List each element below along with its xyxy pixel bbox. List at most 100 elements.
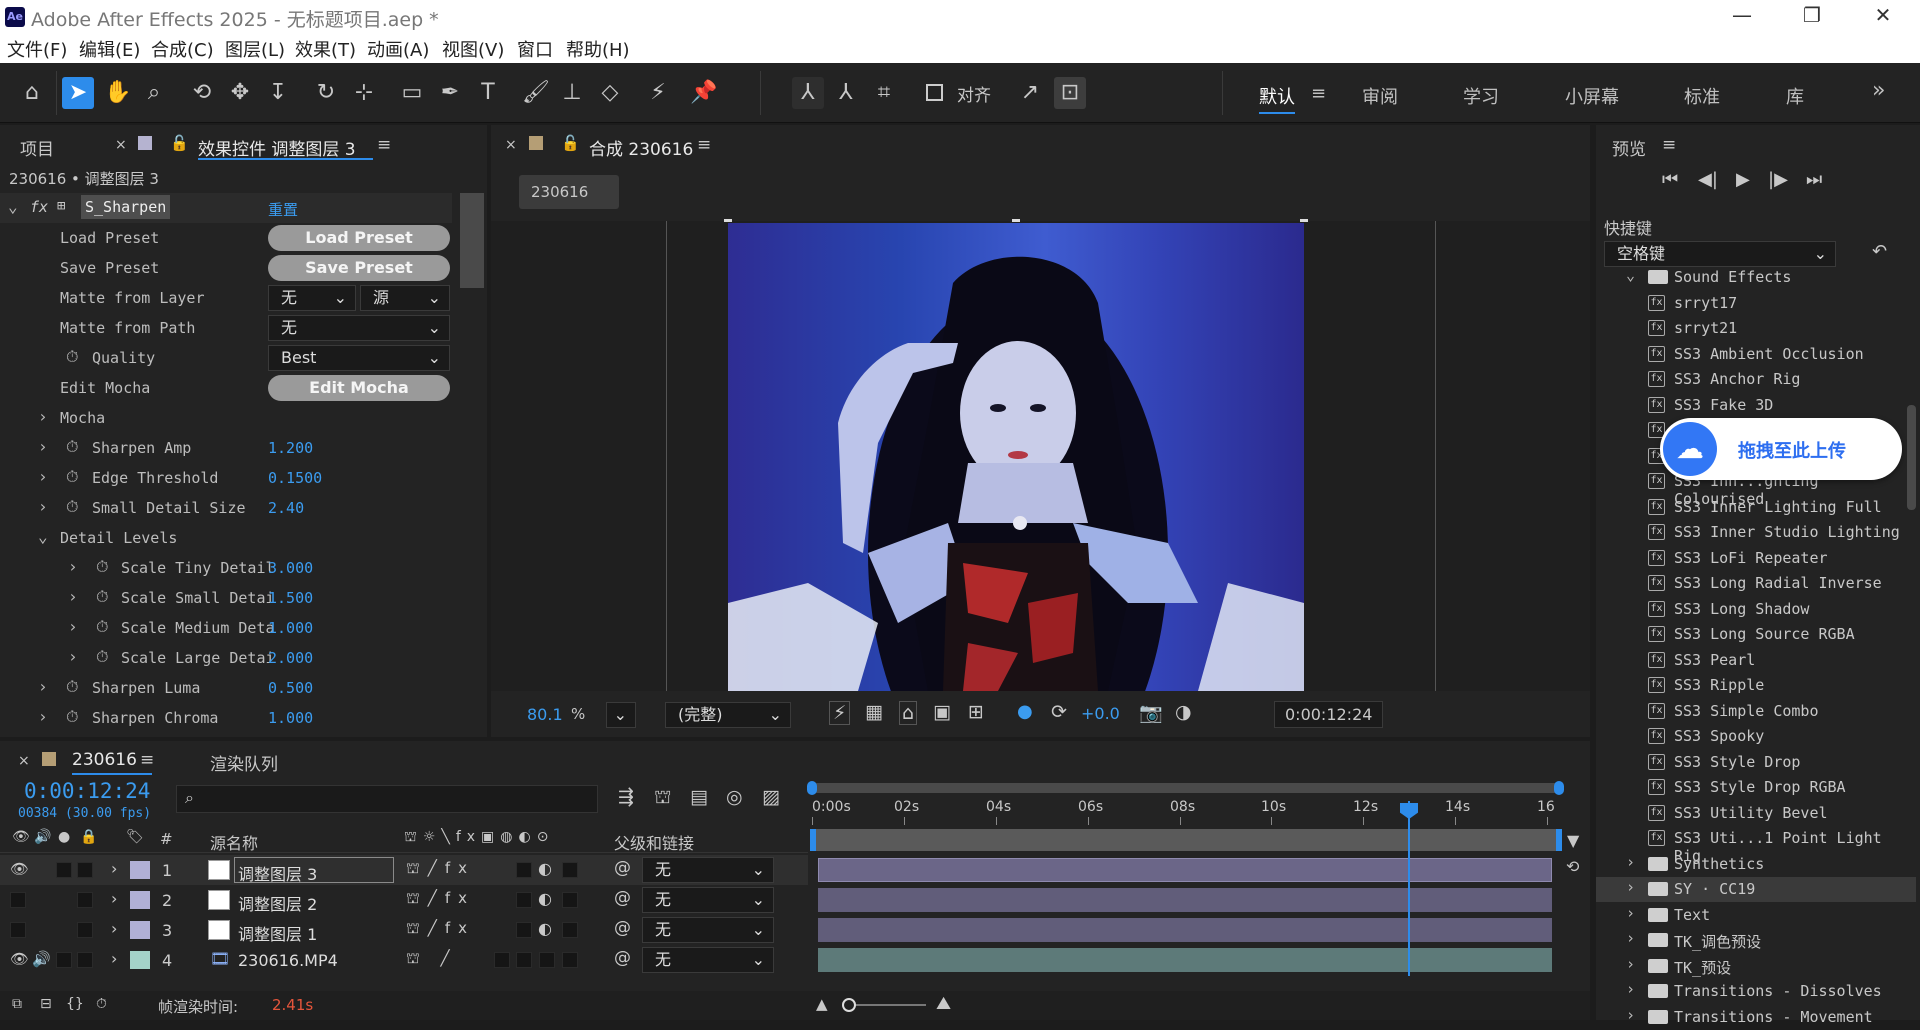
tab-preview[interactable]: 预览 (1612, 135, 1646, 160)
expand-chevron-icon[interactable]: › (1626, 955, 1635, 973)
grid-guides-icon[interactable]: ⊞ (968, 701, 984, 723)
pick-whip-icon[interactable]: @ (614, 858, 631, 878)
eraser-tool-icon[interactable]: ◇ (594, 77, 626, 109)
current-time-display[interactable]: 0:00:12:24 (1274, 701, 1384, 728)
effects-preset-item[interactable]: fx SS3 Long Radial Inverse (1596, 571, 1916, 596)
layer-search-input[interactable]: ⌕ (176, 785, 598, 813)
expand-chevron-icon[interactable]: › (111, 889, 117, 908)
layer-switches-toggle-icon[interactable]: ⧉ (12, 996, 22, 1012)
world-axis-icon[interactable]: ⅄ (830, 77, 862, 109)
reset-preview-icon[interactable]: ↶ (1872, 241, 1887, 262)
text-tool-icon[interactable]: T (472, 77, 504, 109)
expand-chevron-icon[interactable]: › (68, 557, 78, 576)
mask-visibility-icon[interactable]: ⌂ (899, 701, 918, 725)
stopwatch-icon[interactable]: ⏱ (66, 467, 78, 487)
layer-bar-adjustment-1[interactable] (818, 918, 1552, 942)
reset-link[interactable]: 重置 (268, 199, 298, 220)
3d-layer-switch[interactable] (562, 892, 578, 908)
expand-chevron-icon[interactable]: › (68, 587, 78, 606)
sharpen-chroma-value[interactable]: 1.000 (268, 709, 313, 727)
stopwatch-icon[interactable]: ⏱ (96, 587, 108, 607)
previous-frame-icon[interactable]: ◀| (1698, 169, 1718, 190)
effect-mask-icon[interactable]: ⊞ (57, 198, 65, 214)
adjustment-layer-switch-icon[interactable]: ◐ (538, 919, 552, 938)
timeline-timecode[interactable]: 0:00:12:24 (24, 779, 150, 803)
visibility-switch[interactable] (10, 892, 26, 908)
stopwatch-icon[interactable]: ⏱ (66, 677, 78, 697)
layer-name[interactable]: 调整图层 2 (238, 891, 317, 915)
parent-dropdown[interactable]: 无 ⌄ (642, 947, 774, 973)
draft-3d-icon[interactable]: ⛫ (654, 786, 671, 811)
motion-blur-switch[interactable] (516, 892, 532, 908)
expand-chevron-icon[interactable]: › (1626, 1006, 1635, 1024)
expand-chevron-icon[interactable]: › (111, 919, 117, 938)
puppet-pin-tool-icon[interactable]: 📌 (688, 77, 720, 109)
effects-folder[interactable]: › TK_预设 (1596, 954, 1916, 979)
workspace-small-screen[interactable]: 小屏幕 (1565, 83, 1619, 109)
region-of-interest-icon[interactable]: ▣ (933, 701, 951, 723)
scale-large-value[interactable]: 2.000 (268, 649, 313, 667)
effects-folder[interactable]: › TK_调色预设 (1596, 928, 1916, 953)
tab-timeline-comp[interactable]: 230616 (72, 750, 137, 770)
source-name-column-header[interactable]: 源名称 (210, 830, 258, 854)
shortcut-dropdown[interactable]: 空格键 ⌄ (1604, 241, 1836, 267)
pick-whip-icon[interactable]: @ (614, 948, 631, 968)
layer-switches[interactable]: ⛫╱fx (406, 919, 475, 939)
hand-tool-icon[interactable]: ✋ (102, 77, 134, 109)
effects-folder[interactable]: › SY · CC19 (1596, 877, 1916, 902)
lock-switch[interactable] (77, 862, 93, 878)
close-tab-icon[interactable]: × (115, 137, 127, 153)
work-area-bar[interactable] (812, 829, 1560, 851)
expand-chevron-icon[interactable]: › (111, 949, 117, 968)
expand-chevron-icon[interactable]: › (38, 437, 48, 456)
panel-menu-icon[interactable]: ≡ (1662, 135, 1676, 155)
stopwatch-icon[interactable]: ⏱ (96, 557, 108, 577)
expand-chevron-icon[interactable]: › (1626, 929, 1635, 947)
lock-icon[interactable]: 🔓 (170, 134, 189, 152)
first-frame-icon[interactable]: ⏮ (1662, 169, 1678, 190)
collapse-chevron-icon[interactable]: ⌄ (8, 197, 18, 216)
in-out-toggle-icon[interactable]: {} (66, 996, 84, 1012)
workspace-menu-icon[interactable]: ≡ (1311, 83, 1326, 104)
parent-dropdown[interactable]: 无 ⌄ (642, 917, 774, 943)
quality-dropdown[interactable]: Best ⌄ (268, 345, 450, 371)
upload-drop-bubble[interactable]: ☁ 拖拽至此上传 (1660, 418, 1902, 480)
effects-scrollbar-thumb[interactable] (1907, 405, 1916, 510)
sharpen-amp-value[interactable]: 1.200 (268, 439, 313, 457)
rectangle-tool-icon[interactable]: ▭ (396, 77, 428, 109)
effects-preset-item[interactable]: fx SS3 Ripple (1596, 673, 1916, 698)
expand-chevron-icon[interactable]: › (38, 707, 48, 726)
effects-preset-item[interactable]: fx SS3 Style Drop RGBA (1596, 775, 1916, 800)
maximize-button[interactable]: ❐ (1792, 3, 1832, 27)
matte-path-dropdown[interactable]: 无 ⌄ (268, 315, 450, 341)
tab-composition[interactable]: 合成 230616 (589, 135, 693, 160)
expand-chevron-icon[interactable]: › (1626, 904, 1635, 922)
layer-marker-icon[interactable]: ⟲ (1566, 857, 1579, 876)
last-frame-icon[interactable]: ⏭ (1806, 169, 1822, 190)
menu-edit[interactable]: 编辑(E) (79, 36, 140, 62)
effects-preset-item[interactable]: fx SS3 Pearl (1596, 648, 1916, 673)
matte-layer-dropdown[interactable]: 无 ⌄ (268, 285, 356, 311)
expand-chevron-icon[interactable]: › (38, 467, 48, 486)
frame-handle[interactable] (1300, 219, 1308, 222)
edit-mocha-button[interactable]: Edit Mocha (268, 375, 450, 401)
3d-layer-switch[interactable] (562, 952, 578, 968)
timeline-zoom-knob[interactable] (842, 998, 856, 1012)
effects-preset-item[interactable]: fx SS3 Anchor Rig (1596, 367, 1916, 392)
snap-edges-icon[interactable]: ↗ (1014, 77, 1046, 109)
work-area-end[interactable] (1556, 829, 1562, 851)
zoom-dropdown[interactable]: ⌄ (606, 702, 636, 728)
3d-layer-switch[interactable] (562, 922, 578, 938)
parent-dropdown[interactable]: 无 ⌄ (642, 857, 774, 883)
transparency-grid-icon[interactable]: ▦ (865, 701, 883, 723)
pick-whip-icon[interactable]: @ (614, 888, 631, 908)
zoom-in-icon[interactable]: ⛰ (936, 993, 951, 1014)
adjustment-switch[interactable] (539, 952, 555, 968)
workspace-standard[interactable]: 标准 (1684, 83, 1720, 109)
menu-effect[interactable]: 效果(T) (295, 36, 356, 62)
expand-chevron-icon[interactable]: ⌄ (1626, 266, 1635, 284)
sharpen-luma-value[interactable]: 0.500 (268, 679, 313, 697)
menu-layer[interactable]: 图层(L) (225, 36, 285, 62)
exposure-value[interactable]: +0.0 (1081, 704, 1120, 723)
playhead-line[interactable] (1408, 801, 1410, 976)
